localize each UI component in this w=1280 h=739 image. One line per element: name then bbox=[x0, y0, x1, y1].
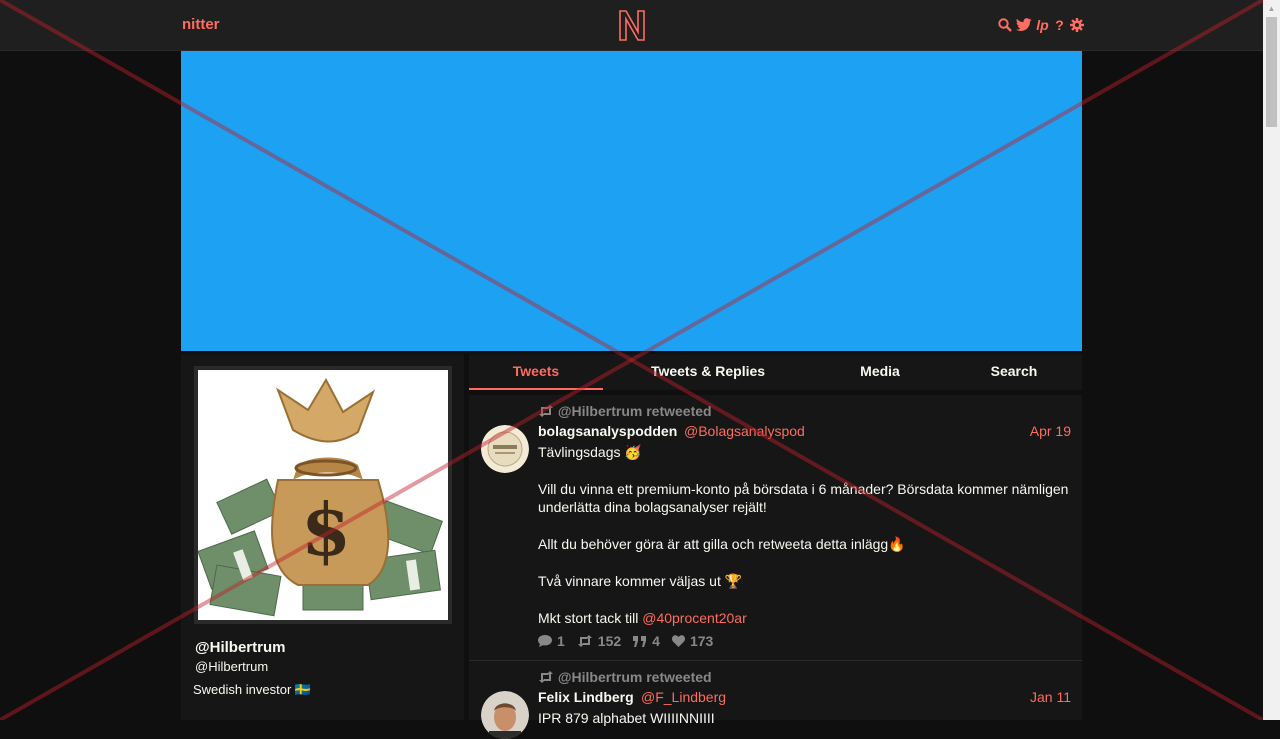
tweet-stats: 1 152 4 173 bbox=[538, 633, 713, 649]
comment-count: 1 bbox=[557, 633, 565, 649]
profile-card: $ @Hilbertrum @Hilbertrum Swedish invest… bbox=[181, 354, 464, 720]
retweet-icon bbox=[539, 405, 553, 417]
retweet-count: 152 bbox=[597, 633, 622, 649]
brand-link[interactable]: nitter bbox=[182, 16, 220, 33]
scroll-up-icon[interactable]: ▲ bbox=[1263, 0, 1280, 17]
page-scrollbar[interactable]: ▲ bbox=[1263, 0, 1280, 720]
tweet-content: IPR 879 alphabet WIIIINNIIII bbox=[538, 709, 1073, 727]
quote-count: 4 bbox=[652, 633, 660, 649]
money-bag-image: $ bbox=[198, 370, 448, 620]
tweet-avatar[interactable] bbox=[481, 425, 529, 473]
retweet-icon bbox=[577, 635, 592, 647]
nitter-logo[interactable] bbox=[617, 8, 647, 42]
profile-username[interactable]: @Hilbertrum bbox=[195, 659, 268, 674]
timeline-tabs: Tweets Tweets & Replies Media Search bbox=[469, 354, 1082, 390]
profile-avatar[interactable]: $ bbox=[194, 366, 452, 624]
tweet-date[interactable]: Apr 19 bbox=[1030, 423, 1071, 439]
profile-banner[interactable] bbox=[181, 51, 1082, 351]
like-stat[interactable]: 173 bbox=[671, 633, 714, 649]
quote-stat[interactable]: 4 bbox=[633, 633, 660, 649]
help-icon[interactable]: ? bbox=[1053, 17, 1066, 33]
lp-icon[interactable]: lp bbox=[1036, 17, 1049, 33]
tweet-line: Två vinnare kommer väljas ut 🏆 bbox=[538, 573, 743, 589]
retweet-header: @Hilbertrum retweeted bbox=[538, 669, 712, 685]
tab-search[interactable]: Search bbox=[964, 354, 1064, 388]
tab-tweets[interactable]: Tweets bbox=[469, 354, 603, 390]
nav-icons: lp ? bbox=[998, 16, 1084, 34]
tweet-username[interactable]: @F_Lindberg bbox=[641, 689, 726, 705]
search-icon[interactable] bbox=[998, 18, 1012, 32]
twitter-icon[interactable] bbox=[1016, 18, 1032, 32]
settings-icon[interactable] bbox=[1070, 18, 1084, 32]
profile-bio: Swedish investor 🇸🇪 bbox=[193, 682, 312, 697]
tab-media[interactable]: Media bbox=[815, 354, 945, 388]
tweet-date[interactable]: Jan 11 bbox=[1030, 689, 1071, 705]
tweet-item[interactable]: @Hilbertrum retweeted bolagsanalyspodden… bbox=[469, 395, 1082, 660]
scrollbar-thumb[interactable] bbox=[1266, 17, 1277, 127]
tweet-line: Tävlingsdags 🥳 bbox=[538, 444, 642, 460]
tweet-item[interactable]: @Hilbertrum retweeted Felix Lindberg @F_… bbox=[469, 660, 1082, 739]
heart-icon bbox=[671, 635, 685, 647]
tweet-line: Vill du vinna ett premium-konto på börsd… bbox=[538, 481, 1069, 515]
tweet-content: Tävlingsdags 🥳 Vill du vinna ett premium… bbox=[538, 443, 1073, 627]
retweet-header-text: @Hilbertrum retweeted bbox=[557, 669, 712, 685]
tab-tweets-replies[interactable]: Tweets & Replies bbox=[628, 354, 788, 388]
tweet-line: Mkt stort tack till @40procent20ar bbox=[538, 609, 1073, 627]
tweet-username[interactable]: @Bolagsanalyspod bbox=[684, 423, 805, 439]
retweet-stat[interactable]: 152 bbox=[577, 633, 621, 649]
tweet-line-text: Mkt stort tack till bbox=[538, 610, 643, 626]
retweet-icon bbox=[539, 671, 553, 683]
tweet-fullname[interactable]: bolagsanalyspodden bbox=[538, 423, 677, 439]
mention-link[interactable]: @40procent20ar bbox=[642, 610, 747, 626]
profile-fullname[interactable]: @Hilbertrum bbox=[195, 639, 285, 656]
comment-stat[interactable]: 1 bbox=[538, 633, 565, 649]
quote-icon bbox=[633, 635, 647, 647]
comment-icon bbox=[538, 635, 552, 647]
tweet-avatar[interactable] bbox=[481, 691, 529, 739]
like-count: 173 bbox=[689, 633, 714, 649]
timeline: @Hilbertrum retweeted bolagsanalyspodden… bbox=[469, 395, 1082, 739]
navbar: nitter lp ? bbox=[0, 0, 1263, 51]
retweet-header: @Hilbertrum retweeted bbox=[538, 403, 712, 419]
tweet-line: IPR 879 alphabet WIIIINNIIII bbox=[538, 710, 715, 726]
tweet-fullname[interactable]: Felix Lindberg bbox=[538, 689, 634, 705]
tweet-line: Allt du behöver göra är att gilla och re… bbox=[538, 536, 906, 552]
svg-text:$: $ bbox=[301, 487, 351, 572]
retweet-header-text: @Hilbertrum retweeted bbox=[557, 403, 712, 419]
